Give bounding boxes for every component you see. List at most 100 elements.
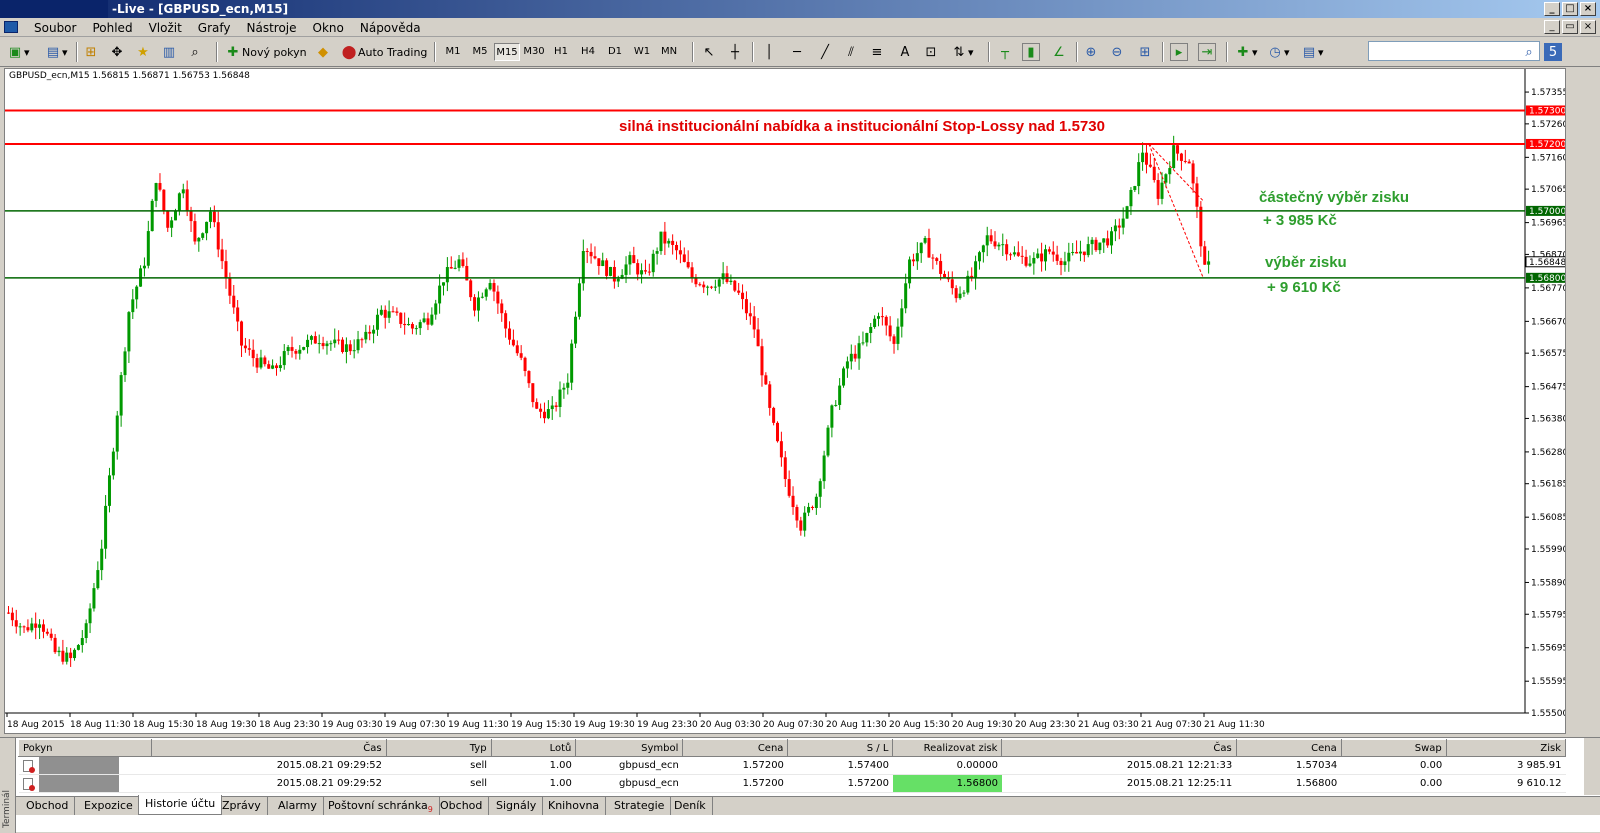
candle-body [193, 221, 197, 242]
menu-item[interactable]: Okno [305, 21, 352, 35]
table-row[interactable]: 2015.08.21 09:29:52 sell 1.00 gbpusd_ecn 1.5… [18, 756, 1566, 775]
favorites-button[interactable]: ★ [134, 42, 152, 62]
menu-item[interactable]: Nápověda [352, 21, 429, 35]
time-tick-label: 19 Aug 19:30 [574, 720, 635, 730]
terminal-scrollbar[interactable] [1584, 738, 1600, 795]
candle-body [1055, 254, 1059, 261]
tab-1[interactable]: Expozice [78, 797, 140, 815]
text-tool[interactable]: A [896, 42, 914, 62]
zoom-out-button[interactable]: ⊖ [1108, 42, 1126, 62]
column-header[interactable]: Typ [385, 739, 492, 757]
menu-item[interactable]: Pohled [84, 21, 140, 35]
bar-chart-button[interactable]: ┬ [996, 42, 1014, 62]
time-tick-label: 18 Aug 11:30 [70, 720, 131, 730]
maximize-icon[interactable]: □ [1562, 2, 1578, 16]
order-icon [22, 759, 35, 773]
price-tick-label: 1.56475 [1531, 383, 1565, 393]
table-row[interactable]: 2015.08.21 09:29:52 sell 1.00 gbpusd_ecn 1.5… [18, 774, 1566, 793]
candle-body [375, 314, 379, 330]
timeframe-m5[interactable]: M5 [467, 43, 493, 61]
tab-2[interactable]: Historie účtu [138, 795, 223, 815]
timeframe-h4[interactable]: H4 [575, 43, 601, 61]
tab-0[interactable]: Obchod [20, 797, 76, 815]
timeframe-w1[interactable]: W1 [629, 43, 655, 61]
search-input[interactable] [1368, 41, 1540, 61]
tab-10[interactable]: Deník [668, 797, 713, 815]
terminal-button[interactable]: ▥ [160, 42, 178, 62]
text-icon: A [900, 44, 910, 60]
auto-trading-button[interactable]: ⬤ Auto Trading [340, 42, 428, 62]
arrows-tool[interactable]: ⇅ ▾ [950, 42, 974, 62]
price-level-label: 1.57200 [1529, 140, 1565, 150]
timeframe-m15[interactable]: M15 [494, 43, 520, 61]
channel-tool[interactable]: ⫽ [842, 42, 860, 62]
candle-body [488, 283, 492, 290]
menu-item[interactable]: Nástroje [239, 21, 305, 35]
timeframe-m30[interactable]: M30 [521, 43, 547, 61]
column-header[interactable]: Realizovat zisk [892, 739, 1003, 757]
tab-7[interactable]: Signály [490, 797, 544, 815]
timeframe-h1[interactable]: H1 [548, 43, 574, 61]
column-header[interactable]: Cena [1235, 739, 1342, 757]
chart-window[interactable]: GBPUSD_ecn,M15 1.56815 1.56871 1.56753 1… [4, 68, 1566, 734]
autoscroll-button[interactable]: ⇥ [1198, 42, 1216, 62]
trendline-tool[interactable]: ╱ [816, 42, 834, 62]
timeframe-m1[interactable]: M1 [440, 43, 466, 61]
vertical-line-tool[interactable]: │ [760, 42, 778, 62]
chat-button[interactable]: 5 [1544, 42, 1562, 62]
column-header[interactable]: Lotů [490, 739, 577, 757]
mdi-minimize-icon[interactable]: _ [1544, 20, 1560, 34]
indicators-button[interactable]: ✚ ▾ [1234, 42, 1258, 62]
minimize-icon[interactable]: _ [1544, 2, 1560, 16]
column-header[interactable]: S / L [787, 739, 894, 757]
column-header[interactable]: Cena [682, 739, 789, 757]
mdi-restore-icon[interactable]: ▭ [1562, 20, 1578, 34]
column-header[interactable]: Čas [151, 739, 387, 757]
periods-button[interactable]: ◷ ▾ [1266, 42, 1289, 62]
navigator-button[interactable]: ✥ [108, 42, 126, 62]
tab-9[interactable]: Strategie [608, 797, 672, 815]
candle-body [609, 266, 612, 276]
timeframe-mn[interactable]: MN [656, 43, 682, 61]
new-chart-button[interactable]: ▣ ▾ [6, 42, 30, 62]
column-header[interactable]: Symbol [575, 739, 684, 757]
timeframe-d1[interactable]: D1 [602, 43, 628, 61]
metaeditor-button[interactable]: ◆ [314, 42, 332, 62]
profiles-button[interactable]: ▤ ▾ [44, 42, 68, 62]
tile-windows-button[interactable]: ⊞ [1136, 42, 1154, 62]
search-button[interactable]: ⌕ [1520, 42, 1538, 62]
menu-item[interactable]: Vložit [141, 21, 190, 35]
market-watch-button[interactable]: ⊞ [82, 42, 100, 62]
label-tool[interactable]: ⊡ [922, 42, 940, 62]
column-header[interactable]: Swap [1340, 739, 1447, 757]
tab-8[interactable]: Knihovna [542, 797, 607, 815]
tab-3[interactable]: Zprávy [216, 797, 268, 815]
close-icon[interactable]: × [1580, 2, 1596, 16]
fibonacci-tool[interactable]: ≡ [868, 42, 886, 62]
strategy-tester-button[interactable]: ⌕ [186, 42, 204, 62]
zoom-in-button[interactable]: ⊕ [1082, 42, 1100, 62]
chart-shift-button[interactable]: ▸ [1170, 42, 1188, 62]
app-icon[interactable] [4, 21, 18, 33]
menu-item[interactable]: Soubor [26, 21, 84, 35]
candle-chart-button[interactable]: ▮ [1022, 42, 1040, 62]
column-header[interactable]: Čas [1001, 739, 1237, 757]
menu-item[interactable]: Grafy [190, 21, 239, 35]
crosshair-tool[interactable]: ┼ [726, 42, 744, 62]
mdi-close-icon[interactable]: × [1580, 20, 1596, 34]
column-header[interactable]: Zisk [1445, 739, 1567, 757]
metaeditor-icon: ◆ [318, 44, 328, 60]
cell-time: 2015.08.21 09:29:52 [151, 774, 387, 793]
horizontal-line-tool[interactable]: ─ [788, 42, 806, 62]
zoom-out-icon: ⊖ [1111, 44, 1123, 60]
tab-5[interactable]: Poštovní schránka9 [322, 797, 440, 815]
line-chart-button[interactable]: ∠ [1050, 42, 1068, 62]
tab-6[interactable]: Obchod [434, 797, 490, 815]
cursor-tool[interactable]: ↖ [700, 42, 718, 62]
column-header[interactable]: Pokyn [17, 739, 153, 757]
price-tick-label: 1.56280 [1531, 448, 1565, 458]
templates-button[interactable]: ▤ ▾ [1300, 42, 1324, 62]
new-order-button[interactable]: ✚ Nový pokyn [224, 42, 307, 62]
tab-4[interactable]: Alarmy [272, 797, 324, 815]
candlestick-chart[interactable]: 1.57355 1.57260 1.57160 1.57065 1.56965 1.568… [5, 69, 1565, 733]
